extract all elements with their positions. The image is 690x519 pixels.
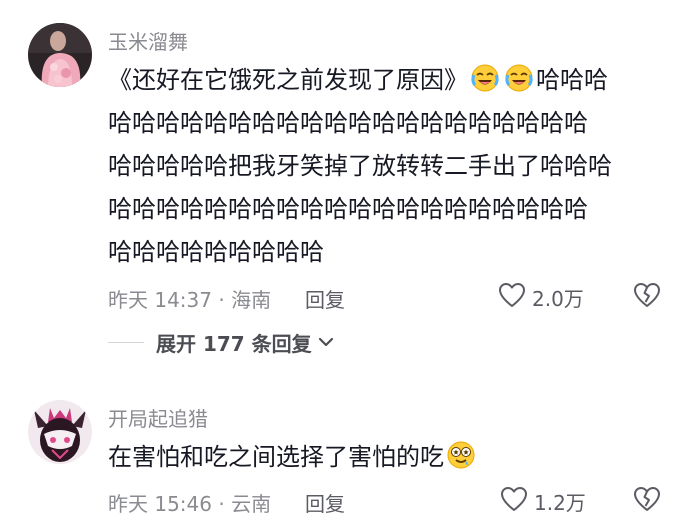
comment-line: 哈哈哈哈哈哈哈哈哈哈哈哈哈哈哈哈哈哈哈哈 <box>108 109 588 137</box>
like-button[interactable]: 1.2万 <box>500 486 586 516</box>
avatar-dark-anime-character-icon <box>28 400 92 464</box>
crying-laughing-emoji-icon <box>470 63 500 93</box>
drooling-star-eyes-emoji-icon <box>446 440 476 470</box>
comment-item: 开局起追猎 在害怕和吃之间选择了害怕的吃 昨天 15:46 · 云南 回复 1.… <box>0 380 690 519</box>
expand-replies-row: 展开 177 条回复 <box>108 325 334 359</box>
username[interactable]: 开局起追猎 <box>108 403 208 432</box>
comment-line: 哈哈哈哈哈把我牙笑掉了放转转二手出了哈哈哈 <box>108 152 612 180</box>
comment-text: 《还好在它饿死之前发现了原因》 哈哈哈 哈哈哈哈哈哈哈哈哈哈哈哈哈哈哈哈哈哈哈哈 … <box>108 59 668 274</box>
comment-line: 哈哈哈哈哈哈哈哈哈 <box>108 238 324 266</box>
dislike-button[interactable] <box>633 282 661 312</box>
comment-text-segment: 哈哈哈 <box>536 66 608 94</box>
comment-line: 哈哈哈哈哈哈哈哈哈哈哈哈哈哈哈哈哈哈哈哈 <box>108 195 588 223</box>
heart-outline-icon <box>500 486 528 516</box>
heart-outline-icon <box>498 282 526 312</box>
comment-text: 在害怕和吃之间选择了害怕的吃 <box>108 436 668 479</box>
reply-button[interactable]: 回复 <box>305 284 345 313</box>
crying-laughing-emoji-icon <box>504 63 534 93</box>
comment-line: 在害怕和吃之间选择了害怕的吃 <box>108 436 668 479</box>
comment-item: 玉米溜舞 《还好在它饿死之前发现了原因》 哈哈哈 哈哈哈哈哈哈哈哈哈哈哈哈哈哈哈哈… <box>0 0 690 380</box>
broken-heart-icon <box>633 487 661 516</box>
avatar[interactable] <box>28 400 92 464</box>
expand-replies-button[interactable]: 展开 177 条回复 <box>156 328 312 357</box>
comment-meta: 昨天 15:46 · 云南 <box>108 492 272 516</box>
broken-heart-icon <box>633 283 661 312</box>
avatar-pink-coat-photo-icon <box>28 23 92 87</box>
chevron-down-icon[interactable] <box>318 333 334 352</box>
like-button[interactable]: 2.0万 <box>498 282 584 312</box>
reply-button[interactable]: 回复 <box>305 488 345 517</box>
divider <box>108 341 144 343</box>
avatar[interactable] <box>28 23 92 87</box>
comment-line: 《还好在它饿死之前发现了原因》 哈哈哈 <box>108 59 668 102</box>
like-count: 2.0万 <box>532 286 584 311</box>
comment-text-segment: 在害怕和吃之间选择了害怕的吃 <box>108 443 444 471</box>
dislike-button[interactable] <box>633 486 661 516</box>
username[interactable]: 玉米溜舞 <box>108 26 188 55</box>
comment-meta: 昨天 14:37 · 海南 <box>108 288 272 312</box>
comment-text-segment: 《还好在它饿死之前发现了原因》 <box>108 66 468 94</box>
like-count: 1.2万 <box>534 490 586 515</box>
